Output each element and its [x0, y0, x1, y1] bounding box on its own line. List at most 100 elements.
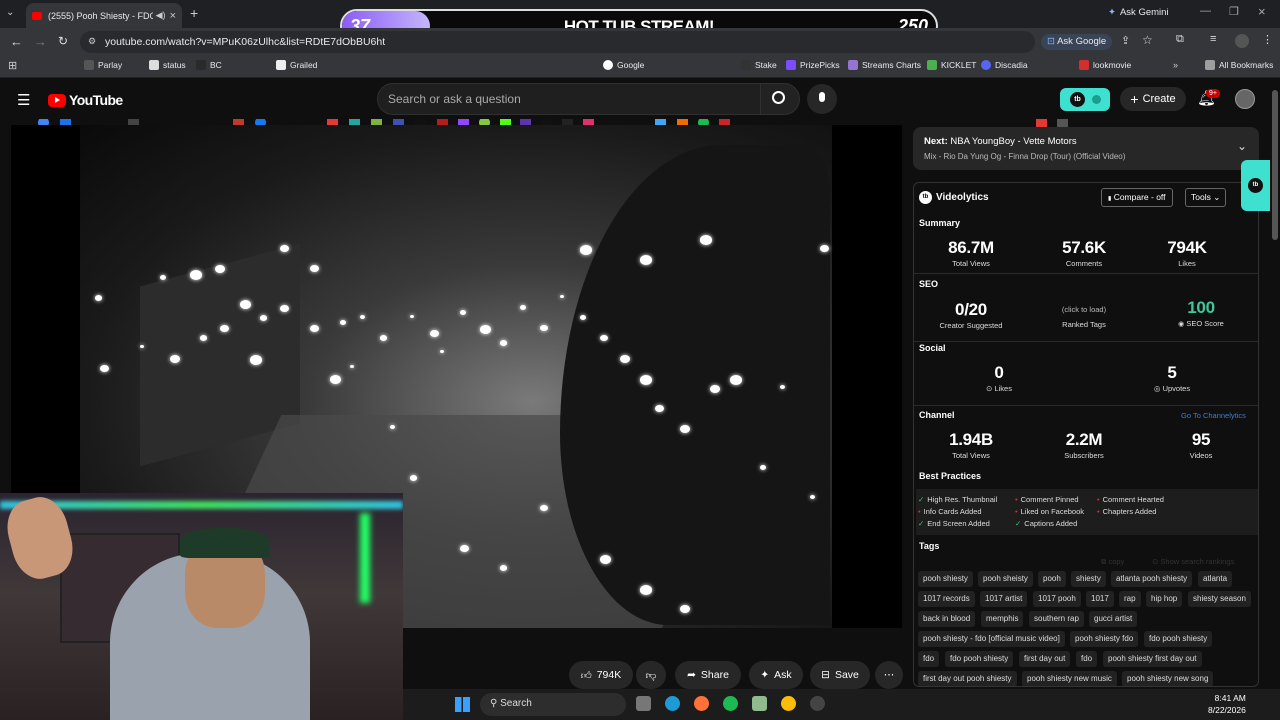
- restore-button[interactable]: ❐: [1229, 5, 1239, 18]
- tag-chip[interactable]: pooh: [1038, 571, 1066, 587]
- bookmark-parlay[interactable]: Parlay: [84, 60, 122, 70]
- google-icon: [603, 60, 613, 70]
- bookmark-lookmovie[interactable]: lookmovie: [1079, 60, 1131, 70]
- share-page-icon[interactable]: ⇪: [1121, 34, 1130, 47]
- tag-chip[interactable]: fdo: [918, 651, 940, 667]
- search-button[interactable]: [760, 83, 800, 115]
- tag-chip[interactable]: shiesty season: [1188, 591, 1251, 607]
- all-bookmarks[interactable]: All Bookmarks: [1205, 60, 1273, 70]
- clock[interactable]: 8:41 AM 8/22/2026: [1208, 692, 1246, 716]
- more-bookmarks-icon[interactable]: »: [1173, 60, 1178, 70]
- bookmark-kicklet[interactable]: KICKLET: [927, 60, 976, 70]
- dislike-button[interactable]: 👎︎: [636, 661, 666, 689]
- obs-taskbar-icon[interactable]: [810, 696, 825, 711]
- compare-toggle-button[interactable]: ▮ Compare - off: [1101, 188, 1173, 207]
- task-view-icon[interactable]: [636, 696, 651, 711]
- share-button[interactable]: ➦ Share: [675, 661, 741, 689]
- expand-chevron-icon[interactable]: ⌄: [1237, 139, 1247, 153]
- bookmark-discadia[interactable]: Discadia: [981, 60, 1028, 70]
- media-icon[interactable]: ≡: [1210, 33, 1216, 45]
- tag-chip[interactable]: 1017 artist: [980, 591, 1028, 607]
- firefox-icon[interactable]: [694, 696, 709, 711]
- minimize-button[interactable]: —: [1200, 5, 1211, 17]
- bookmark-grailed[interactable]: Grailed: [276, 60, 317, 70]
- edge-icon[interactable]: [665, 696, 680, 711]
- search-input[interactable]: Search or ask a question: [377, 83, 761, 115]
- bookmark-star-icon[interactable]: ☆: [1142, 33, 1153, 47]
- tag-chip[interactable]: first day out pooh shiesty: [918, 671, 1017, 686]
- hamburger-menu-icon[interactable]: ☰: [17, 91, 30, 109]
- bookmark-prizepicks[interactable]: PrizePicks: [786, 60, 840, 70]
- copy-tags-button[interactable]: ⧉ copy: [1101, 557, 1124, 567]
- tag-chip[interactable]: pooh shiesty - fdo [official music video…: [918, 631, 1065, 647]
- forward-icon[interactable]: →: [34, 34, 47, 49]
- audio-icon[interactable]: ◀): [156, 10, 166, 21]
- best-practice-label: High Res. Thumbnail: [927, 495, 998, 504]
- tag-chip[interactable]: fdo pooh shiesty: [1144, 631, 1213, 647]
- ask-google-button[interactable]: ⊡ Ask Google: [1041, 34, 1113, 50]
- divider: [914, 405, 1258, 406]
- tag-chip[interactable]: memphis: [981, 611, 1024, 627]
- close-tab-icon[interactable]: ×: [170, 10, 176, 22]
- autoplay-next-bar[interactable]: Next: NBA YoungBoy - Vette Motors Mix - …: [913, 127, 1259, 170]
- url-field[interactable]: ⚙ youtube.com/watch?v=MPuK06zUlhc&list=R…: [80, 31, 1035, 53]
- like-button[interactable]: 👍︎ 794K: [569, 661, 633, 689]
- save-button[interactable]: ⊟ Save: [810, 661, 870, 689]
- extensions-icon[interactable]: ⧉: [1176, 33, 1184, 46]
- taskbar-search[interactable]: ⚲ Search: [480, 693, 626, 716]
- tag-chip[interactable]: rap: [1119, 591, 1141, 607]
- tag-chip[interactable]: first day out: [1019, 651, 1071, 667]
- new-tab-button[interactable]: +: [190, 5, 198, 21]
- channelytics-link[interactable]: Go To Channelytics: [1181, 411, 1246, 420]
- tag-chip[interactable]: 1017 records: [918, 591, 975, 607]
- tag-chip[interactable]: pooh shiesty new music: [1022, 671, 1117, 686]
- tag-chip[interactable]: hip hop: [1146, 591, 1183, 607]
- apps-grid-icon[interactable]: ⊞: [8, 59, 17, 72]
- tag-chip[interactable]: southern rap: [1029, 611, 1084, 627]
- bookmark-status[interactable]: status: [149, 60, 186, 70]
- browser-tab[interactable]: (2555) Pooh Shiesty - FDO | ◀) ×: [26, 3, 182, 28]
- videolytics-float-button[interactable]: tb: [1241, 160, 1270, 211]
- tag-chip[interactable]: back in blood: [918, 611, 976, 627]
- app-taskbar-icon[interactable]: [752, 696, 767, 711]
- tag-chip[interactable]: fdo: [1076, 651, 1098, 667]
- tools-dropdown[interactable]: Tools ⌄: [1185, 188, 1227, 207]
- tag-chip[interactable]: pooh shiesty fdo: [1070, 631, 1139, 647]
- close-window-button[interactable]: ×: [1258, 4, 1266, 19]
- tag-chip[interactable]: shiesty: [1071, 571, 1106, 587]
- show-rankings-button[interactable]: ⊙ Show search rankings: [1152, 557, 1234, 566]
- ask-gemini-button[interactable]: ✦ Ask Gemini: [1108, 7, 1169, 18]
- bookmark-bc[interactable]: BC: [196, 60, 222, 70]
- tag-chip[interactable]: fdo pooh shiesty: [945, 651, 1014, 667]
- tag-chip[interactable]: atlanta: [1198, 571, 1233, 587]
- page-scrollbar[interactable]: [1272, 90, 1278, 240]
- videolytics-extension-button[interactable]: tb: [1060, 88, 1110, 111]
- chrome-taskbar-icon[interactable]: [781, 696, 796, 711]
- tag-chip[interactable]: pooh shiesty: [918, 571, 973, 587]
- bookmark-streams-charts[interactable]: Streams Charts: [848, 60, 921, 70]
- tag-chip[interactable]: pooh shiesty first day out: [1103, 651, 1202, 667]
- spotify-taskbar-icon[interactable]: [723, 696, 738, 711]
- ask-button[interactable]: ✦ Ask: [749, 661, 803, 689]
- account-avatar[interactable]: [1235, 89, 1255, 109]
- tag-chip[interactable]: 1017 pooh: [1033, 591, 1081, 607]
- site-info-icon[interactable]: ⚙: [88, 36, 96, 47]
- more-actions-button[interactable]: ⋯: [875, 661, 903, 689]
- back-icon[interactable]: ←: [10, 34, 23, 49]
- bookmark-stake[interactable]: Stake: [741, 60, 777, 70]
- profile-avatar[interactable]: [1235, 34, 1249, 48]
- seo-ranked-tags[interactable]: (click to load) Ranked Tags: [1029, 305, 1139, 329]
- tag-chip[interactable]: pooh sheisty: [978, 571, 1033, 587]
- tag-chip[interactable]: 1017: [1086, 591, 1114, 607]
- tag-chip[interactable]: atlanta pooh shiesty: [1111, 571, 1193, 587]
- voice-search-button[interactable]: [807, 84, 837, 114]
- browser-menu-icon[interactable]: ⋮: [1262, 33, 1273, 46]
- bookmark-google[interactable]: Google: [603, 60, 644, 70]
- create-button[interactable]: + Create: [1120, 87, 1186, 111]
- tag-chip[interactable]: pooh shiesty new song: [1122, 671, 1214, 686]
- reload-icon[interactable]: ↻: [58, 34, 68, 48]
- tab-list-icon[interactable]: ⌄: [6, 7, 14, 18]
- tag-chip[interactable]: gucci artist: [1089, 611, 1138, 627]
- youtube-logo[interactable]: YouTube: [48, 92, 123, 108]
- windows-start-icon[interactable]: [455, 697, 470, 712]
